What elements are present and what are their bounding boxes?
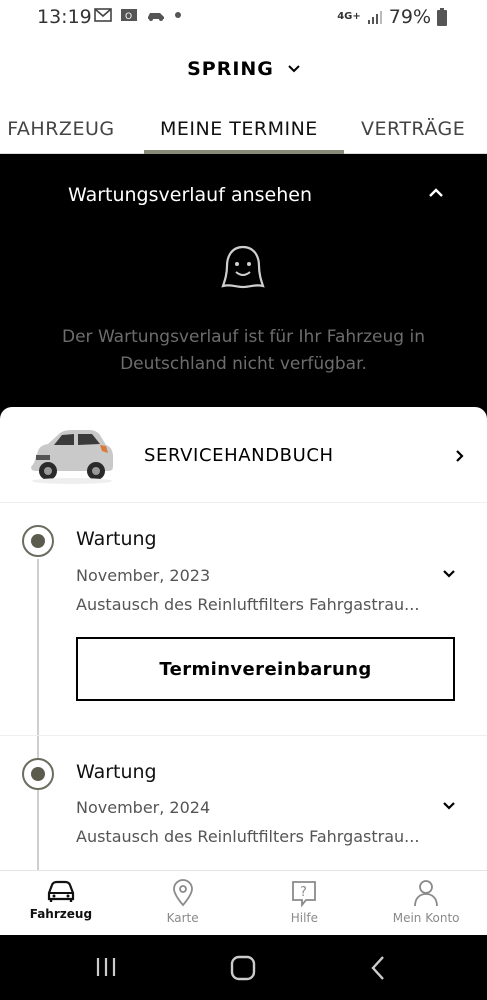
battery-icon	[437, 8, 447, 26]
tab-mein-fahrzeug[interactable]: N FAHRZEUG	[0, 118, 115, 140]
map-pin-icon	[172, 879, 193, 907]
tab-meine-termine[interactable]: MEINE TERMINE	[160, 118, 318, 140]
system-navigation-bar	[0, 935, 487, 1000]
network-type: 4G+	[337, 11, 361, 22]
maintenance-date: November, 2024	[76, 798, 211, 817]
tab-bar: N FAHRZEUG MEINE TERMINE VERTRÄGE	[0, 106, 487, 154]
vehicle-name: SPRING	[187, 58, 274, 80]
vehicle-selector[interactable]: SPRING	[0, 58, 487, 80]
user-icon	[414, 880, 439, 907]
divider	[0, 735, 487, 736]
service-card: SERVICEHANDBUCH Wartung November, 2023 A…	[0, 407, 487, 870]
help-icon: ?	[292, 881, 317, 907]
back-icon[interactable]	[370, 955, 386, 981]
maintenance-description: Austausch des Reinluftfilters Fahrgastra…	[76, 827, 420, 846]
notification-icons: O	[94, 8, 182, 22]
dot-icon	[175, 12, 181, 18]
service-handbook-label: SERVICEHANDBUCH	[144, 445, 334, 466]
service-handbook-row[interactable]: SERVICEHANDBUCH	[0, 407, 487, 503]
maintenance-history-toggle[interactable]: Wartungsverlauf ansehen	[68, 184, 312, 206]
maintenance-history-section: Wartungsverlauf ansehen Der Wartungsverl…	[0, 154, 487, 444]
signal-icon	[367, 11, 382, 24]
maintenance-history-message: Der Wartungsverlauf ist für Ihr Fahrzeug…	[62, 327, 425, 374]
maintenance-description: Austausch des Reinluftfilters Fahrgastra…	[76, 595, 420, 614]
nav-karte[interactable]: Karte	[122, 871, 244, 935]
bottom-navigation: Fahrzeug Karte ? Hilfe Mein Konto	[0, 870, 487, 935]
timeline-dot	[22, 525, 54, 557]
nav-label: Fahrzeug	[29, 907, 93, 921]
svg-text:O: O	[125, 12, 132, 22]
timeline-line	[37, 559, 39, 870]
nav-mein-konto[interactable]: Mein Konto	[365, 871, 487, 935]
maintenance-title: Wartung	[76, 528, 157, 550]
nav-label: Hilfe	[290, 911, 319, 925]
mail-icon	[94, 8, 112, 22]
nav-label: Karte	[166, 911, 199, 925]
expand-chevron-icon[interactable]	[443, 570, 455, 578]
chevron-up-icon[interactable]	[428, 188, 444, 198]
nav-hilfe[interactable]: ? Hilfe	[244, 871, 366, 935]
outlook-icon: O	[121, 9, 137, 22]
home-icon[interactable]	[230, 955, 256, 981]
status-bar: 13:19 O 4G+ 79%	[0, 0, 487, 34]
svg-text:?: ?	[300, 885, 307, 900]
expand-chevron-icon[interactable]	[443, 802, 455, 810]
chevron-right-icon	[456, 450, 464, 462]
car-notification-icon	[148, 13, 164, 21]
chevron-down-icon	[288, 65, 300, 73]
status-right: 4G+ 79%	[337, 6, 447, 28]
timeline-dot	[22, 758, 54, 790]
battery-percent: 79%	[388, 6, 431, 28]
tab-vertraege[interactable]: VERTRÄGE	[361, 118, 465, 140]
maintenance-date: November, 2023	[76, 566, 211, 585]
status-time: 13:19	[37, 6, 92, 28]
maintenance-title: Wartung	[76, 761, 157, 783]
vehicle-image	[31, 430, 113, 484]
car-icon	[47, 880, 74, 902]
nav-fahrzeug[interactable]: Fahrzeug	[0, 871, 122, 935]
nav-label: Mein Konto	[392, 911, 460, 925]
appointment-button[interactable]: Terminvereinbarung	[76, 637, 455, 701]
recent-apps-icon[interactable]	[94, 955, 118, 979]
ghost-icon	[221, 245, 265, 289]
